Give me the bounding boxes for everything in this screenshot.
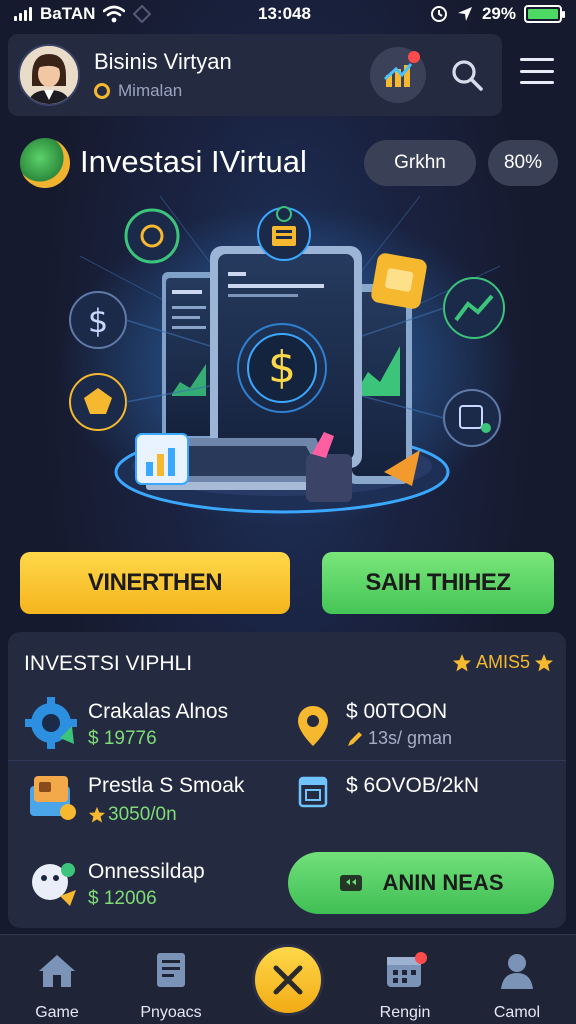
panel-action-button[interactable]: ANIN NEAS <box>288 852 554 914</box>
location-icon <box>457 7 472 21</box>
center-action-button[interactable] <box>252 944 324 1016</box>
document-icon <box>157 953 185 987</box>
dollar-orb: $ <box>69 291 127 349</box>
bar-chart-card <box>135 433 189 485</box>
clock: 13:048 <box>258 4 311 23</box>
signal-icon <box>14 7 32 21</box>
gold-shield-orb <box>69 373 127 431</box>
status-ring-icon <box>94 83 110 99</box>
home-icon <box>39 955 75 987</box>
panel-action-label: ANIN NEAS <box>382 870 504 895</box>
close-icon <box>273 965 303 995</box>
item-value: 13s/ gman <box>368 728 453 748</box>
calendar-icon <box>298 776 328 808</box>
alarm-icon <box>430 6 447 22</box>
carrier-name: BaTAN <box>40 4 96 23</box>
chart-notification-icon <box>383 63 413 87</box>
location-pin-icon <box>298 706 328 746</box>
star-icon <box>535 653 553 671</box>
filter-pill[interactable]: Grkhn <box>364 140 476 186</box>
invest-button[interactable]: VINERTHEN <box>20 552 290 614</box>
notification-dot <box>408 51 420 63</box>
app-small-icon <box>133 5 152 23</box>
main-monitor: $ <box>210 246 362 468</box>
nav-item-camol[interactable]: Camol <box>462 951 572 1022</box>
nav-item-rengin[interactable]: Rengin <box>350 951 460 1022</box>
percent-pill[interactable]: 80% <box>488 140 558 186</box>
status-bar: BaTAN 13:048 29% <box>0 0 576 28</box>
search-button[interactable] <box>444 52 490 98</box>
rating-badge-label: AMIS5 <box>475 652 530 672</box>
invest-logo-icon <box>20 138 70 188</box>
hero-illustration: $ $ <box>58 196 518 526</box>
item-value: $ 12006 <box>88 888 157 909</box>
pencil-icon <box>348 732 362 746</box>
battery-percent: 29% <box>481 4 516 23</box>
nav-item-pnyoacs[interactable]: Pnyoacs <box>116 951 226 1022</box>
star-icon <box>88 806 106 823</box>
star-icon <box>452 653 471 671</box>
gear-icon <box>25 697 77 749</box>
ledger-badge <box>257 206 311 261</box>
item-value: 3050/0n <box>108 804 177 825</box>
item-label: Onnessildap <box>88 860 205 883</box>
user-name: Bisinis Virtyan <box>94 49 232 74</box>
page-title: Investasi IVirtual <box>80 144 307 179</box>
search-icon <box>452 60 483 91</box>
item-value: $ 19776 <box>88 728 157 749</box>
rating-badge: AMIS5 <box>452 652 554 673</box>
battery-icon <box>524 5 565 23</box>
payment-card-icon <box>30 776 76 820</box>
ticket-icon <box>340 875 363 891</box>
nav-label: Game <box>35 1004 79 1021</box>
notification-button[interactable] <box>370 47 426 103</box>
nav-label: Rengin <box>379 1004 431 1021</box>
app-screen: BaTAN 13:048 29% Bisinis Virtyan Mimalan… <box>0 0 576 1024</box>
svg-text:$: $ <box>268 342 296 393</box>
left-chart-panel <box>162 272 218 442</box>
user-subtitle: Mimalan <box>118 81 183 100</box>
wifi-icon <box>103 5 126 23</box>
item-label: $ 6OVOB/2kN <box>346 774 480 797</box>
menu-icon <box>520 58 554 61</box>
nav-item-game[interactable]: Game <box>2 951 112 1022</box>
panel-title: INVESTSI VIPHLI <box>24 652 193 675</box>
menu-button[interactable] <box>520 58 554 84</box>
item-label: Crakalas Alnos <box>88 700 229 723</box>
panel-divider <box>8 760 566 761</box>
profile-header: Bisinis Virtyan Mimalan <box>8 34 502 116</box>
item-label: $ 00TOON <box>346 700 448 723</box>
growth-orb <box>443 277 505 339</box>
secondary-action-button[interactable]: SAIH THIHEZ <box>322 552 554 614</box>
svg-text:$: $ <box>88 302 108 340</box>
gold-card <box>371 253 427 309</box>
item-label: Prestla S Smoak <box>88 774 245 797</box>
calendar-icon <box>387 952 427 987</box>
nav-label: Pnyoacs <box>140 1004 202 1021</box>
avatar[interactable] <box>18 44 80 106</box>
mascot-icon <box>32 863 76 906</box>
coin-orb <box>124 208 180 264</box>
cash-orb <box>443 389 501 447</box>
nav-label: Camol <box>493 1004 541 1021</box>
user-icon <box>501 954 533 989</box>
